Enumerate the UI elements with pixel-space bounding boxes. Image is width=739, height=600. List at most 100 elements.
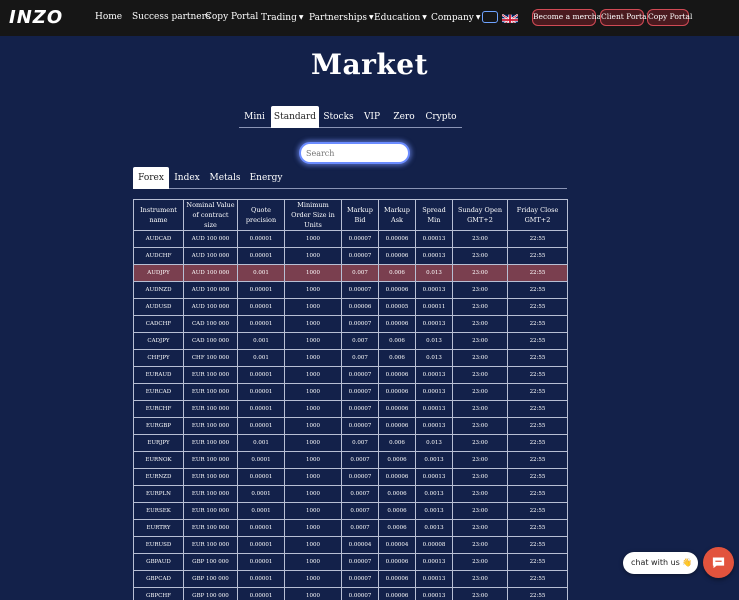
table-cell: 22:55 [507, 570, 568, 588]
table-row: AUDCHF AUD 100 000 0.00001 1000 0.00007 0.000… [133, 247, 568, 265]
table-cell: 0.00001 [237, 570, 285, 588]
nav-item-label: Education [374, 13, 421, 23]
chat-launcher-button[interactable] [703, 547, 734, 578]
table-cell: CAD 100 000 [183, 332, 238, 350]
table-cell: 0.006 [378, 434, 416, 452]
table-cell: 1000 [284, 570, 342, 588]
table-row: EURNZD EUR 100 000 0.00001 1000 0.00007 0.000… [133, 468, 568, 486]
table-row: EURCAD EUR 100 000 0.00001 1000 0.00007 0.000… [133, 383, 568, 401]
table-cell: 0.00001 [237, 587, 285, 600]
table-cell: 0.00013 [415, 417, 453, 435]
tab-standard[interactable]: Standard [271, 106, 319, 128]
header-friday-close: Friday Close GMT+2 [507, 199, 568, 231]
header-min-order-size: Minimum Order Size in Units [284, 199, 342, 231]
table-cell: 1000 [284, 519, 342, 537]
waving-hand-icon: 👋 [682, 558, 693, 567]
nav-item-success-partners[interactable]: Success partners [132, 11, 211, 24]
table-cell: 22:55 [507, 264, 568, 282]
table-row: GBPCAD GBP 100 000 0.00001 1000 0.00007 0.000… [133, 570, 568, 588]
nav-item-home[interactable]: Home [95, 11, 122, 24]
table-cell: 1000 [284, 383, 342, 401]
header-markup-bid: Markup Bid [341, 199, 379, 231]
become-merchant-button[interactable]: Become a merchant [532, 9, 609, 26]
table-row: CADJPY CAD 100 000 0.001 1000 0.007 0.006 0.01… [133, 332, 568, 350]
table-cell: 23:00 [452, 315, 508, 333]
header-sunday-open: Sunday Open GMT+2 [452, 199, 508, 231]
table-cell: AUDCAD [133, 230, 184, 248]
tab-mini[interactable]: Mini [239, 106, 270, 128]
table-cell: 0.00006 [378, 230, 416, 248]
nav-item-partnerships[interactable]: Partnerships ▼ [309, 11, 374, 25]
nav-item-trading[interactable]: Trading ▼ [261, 11, 304, 25]
chat-icon [712, 557, 725, 569]
uk-flag-icon[interactable] [502, 11, 518, 23]
table-cell: 0.00013 [415, 315, 453, 333]
table-cell: 0.0013 [415, 451, 453, 469]
table-cell: 1000 [284, 281, 342, 299]
table-cell: 23:00 [452, 332, 508, 350]
nav-item-company[interactable]: Company ▼ [431, 11, 480, 25]
navbar: INZO Home Success partners Copy Portal T… [0, 0, 739, 36]
table-cell: AUD 100 000 [183, 281, 238, 299]
theme-toggle-button[interactable] [482, 11, 498, 23]
table-cell: 0.00006 [378, 553, 416, 571]
table-cell: 0.00007 [341, 468, 379, 486]
table-cell: 22:55 [507, 349, 568, 367]
table-cell: 0.0013 [415, 519, 453, 537]
tab-zero[interactable]: Zero [390, 106, 418, 128]
table-cell: EURCHF [133, 400, 184, 418]
table-cell: 0.001 [237, 349, 285, 367]
table-cell: 1000 [284, 332, 342, 350]
table-cell: 1000 [284, 451, 342, 469]
table-cell: 0.00006 [378, 366, 416, 384]
brand-logo-text: INZO [9, 7, 64, 28]
table-cell: AUDNZD [133, 281, 184, 299]
table-cell: CADJPY [133, 332, 184, 350]
table-cell: 22:55 [507, 553, 568, 571]
copy-portal-button[interactable]: Copy Portal [647, 9, 692, 26]
nav-item-education[interactable]: Education ▼ [374, 11, 427, 25]
nav-item-label: Trading [261, 13, 297, 23]
table-cell: 0.00001 [237, 468, 285, 486]
table-cell: GBP 100 000 [183, 570, 238, 588]
table-cell: 23:00 [452, 349, 508, 367]
table-cell: 0.00006 [378, 400, 416, 418]
table-cell: AUDCHF [133, 247, 184, 265]
table-cell: 1000 [284, 400, 342, 418]
tab-energy[interactable]: Energy [249, 167, 283, 189]
table-cell: 0.0007 [341, 502, 379, 520]
table-cell: 0.00011 [415, 298, 453, 316]
table-cell: 22:55 [507, 298, 568, 316]
tab-index[interactable]: Index [172, 167, 202, 189]
tab-metals[interactable]: Metals [209, 167, 241, 189]
table-cell: 0.00006 [378, 247, 416, 265]
tab-stocks[interactable]: Stocks [323, 106, 354, 128]
table-cell: EURJPY [133, 434, 184, 452]
table-cell: 0.00001 [237, 298, 285, 316]
tab-forex[interactable]: Forex [133, 167, 169, 189]
table-cell: 0.00006 [341, 298, 379, 316]
table-cell: 23:00 [452, 298, 508, 316]
table-cell: AUD 100 000 [183, 230, 238, 248]
table-cell: 22:55 [507, 366, 568, 384]
table-cell: 0.00007 [341, 587, 379, 600]
chat-with-us-bubble[interactable]: chat with us 👋 [623, 552, 698, 574]
caret-down-icon: ▼ [369, 14, 374, 21]
brand-logo[interactable]: INZO [9, 6, 75, 30]
table-cell: 0.00006 [378, 417, 416, 435]
table-cell: GBPCHF [133, 587, 184, 600]
table-cell: 0.00013 [415, 468, 453, 486]
tab-vip[interactable]: VIP [358, 106, 386, 128]
tab-crypto[interactable]: Crypto [422, 106, 460, 128]
search-input[interactable] [299, 142, 410, 164]
table-cell: EURNZD [133, 468, 184, 486]
header-instrument-name: Instrument name [133, 199, 184, 231]
client-portal-button[interactable]: Client Portal [600, 9, 649, 26]
table-body: AUDCAD AUD 100 000 0.00001 1000 0.00007 0.000… [133, 230, 568, 600]
chat-label: chat with us [631, 558, 680, 567]
table-cell: 0.0006 [378, 519, 416, 537]
instruments-table: Instrument name Nominal Value of contrac… [133, 199, 568, 600]
caret-down-icon: ▼ [422, 14, 427, 21]
nav-item-copy-portal[interactable]: Copy Portal [205, 11, 258, 24]
table-cell: 22:55 [507, 587, 568, 600]
